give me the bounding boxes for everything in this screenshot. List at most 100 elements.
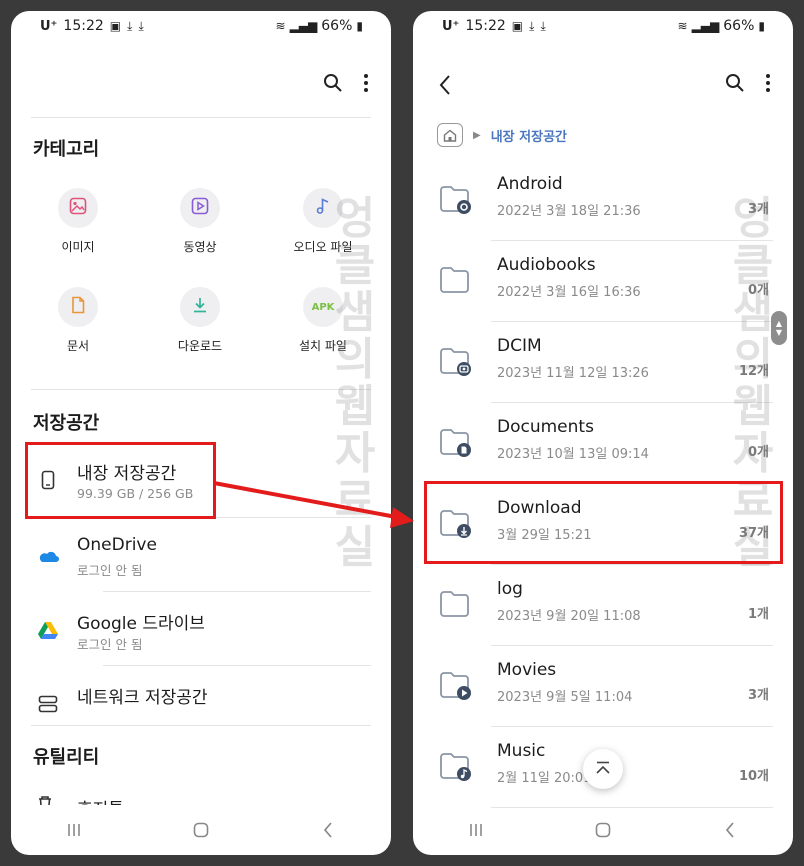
folder-icon: [439, 265, 473, 295]
signal-icon: ▂▄▆: [289, 19, 318, 33]
item-count: 1개: [747, 607, 769, 622]
arrow-up-to-top-icon: [595, 760, 611, 779]
clock: 15:22: [63, 18, 104, 34]
highlight-box: [25, 442, 216, 519]
category-label: 이미지: [61, 240, 95, 254]
carrier-label: U⁺: [40, 18, 58, 34]
folder-date: 2023년 9월 5일 11:04: [497, 690, 633, 705]
breadcrumb-separator-icon: ▶: [473, 129, 481, 141]
divider: [31, 389, 371, 390]
wifi-icon: ≋: [275, 19, 286, 33]
folder-document-icon: [439, 427, 473, 457]
battery-level: 66%: [321, 18, 353, 34]
recent-apps-button[interactable]: [461, 815, 491, 845]
download-icon: [191, 296, 209, 318]
folder-music-icon: [439, 751, 473, 781]
google-drive-icon: [37, 619, 59, 641]
divider: [31, 117, 371, 118]
storage-title: Google 드라이브: [77, 614, 205, 634]
right-phone-screen: U⁺ 15:22 ▣ ⤓ ⤓ ≋ ▂▄▆ 66% ▮ ▶ 내장 저장공간 And…: [413, 11, 793, 855]
more-options-icon[interactable]: [363, 73, 369, 97]
storage-title: OneDrive: [77, 535, 157, 555]
image-icon: [69, 197, 87, 219]
left-phone-screen: U⁺ 15:22 ▣ ⤓ ⤓ ≋ ▂▄▆ 66% ▮ 카테고리 이미지 동영상 …: [11, 11, 391, 855]
category-image[interactable]: 이미지: [23, 188, 133, 255]
folder-settings-icon: [439, 184, 473, 214]
scroll-to-top-button[interactable]: [583, 749, 623, 789]
category-label: 문서: [66, 339, 90, 353]
storage-onedrive[interactable]: OneDrive 로그인 안 됨: [33, 519, 371, 593]
folder-name: log: [497, 579, 523, 599]
battery-icon: ▮: [758, 19, 765, 33]
category-downloads[interactable]: 다운로드: [145, 287, 255, 354]
battery-icon: ▮: [356, 19, 363, 33]
category-documents[interactable]: 문서: [23, 287, 133, 354]
home-button[interactable]: [186, 815, 216, 845]
signal-icon: ▂▄▆: [691, 19, 720, 33]
category-video[interactable]: 동영상: [145, 188, 255, 255]
storage-title: 네트워크 저장공간: [77, 688, 208, 708]
folder-name: Audiobooks: [497, 255, 596, 275]
system-nav-bar: [11, 805, 391, 855]
download-notification-icon: ⤓: [540, 19, 546, 33]
storage-google-drive[interactable]: Google 드라이브 로그인 안 됨: [33, 593, 371, 667]
folder-date: 2월 11일 20:01: [497, 771, 592, 786]
onedrive-icon: [37, 545, 59, 567]
folder-video-icon: [439, 670, 473, 700]
back-button[interactable]: [715, 815, 745, 845]
folder-date: 2023년 10월 13일 09:14: [497, 447, 649, 462]
search-icon[interactable]: [725, 73, 745, 97]
home-icon[interactable]: [437, 123, 463, 147]
wifi-icon: ≋: [677, 19, 688, 33]
category-label: 동영상: [183, 240, 217, 254]
category-label: 다운로드: [177, 339, 223, 353]
status-bar: U⁺ 15:22 ▣ ⤓ ⤓ ≋ ▂▄▆ 66% ▮: [413, 11, 793, 45]
gallery-notification-icon: ▣: [109, 19, 122, 33]
folder-date: 2022년 3월 18일 21:36: [497, 204, 641, 219]
list-item[interactable]: Movies 2023년 9월 5일 11:04 3개: [413, 646, 793, 727]
storage-heading: 저장공간: [33, 413, 100, 434]
utility-heading: 유틸리티: [33, 747, 100, 768]
watermark-text: 엉클샘의웹자료실: [334, 193, 376, 573]
folder-name: DCIM: [497, 336, 542, 356]
network-storage-icon: [37, 693, 59, 715]
folder-date: 2022년 3월 16일 16:36: [497, 285, 641, 300]
back-button[interactable]: [313, 815, 343, 845]
carrier-label: U⁺: [442, 18, 460, 34]
folder-name: Android: [497, 174, 563, 194]
folder-date: 2023년 11월 12일 13:26: [497, 366, 649, 381]
battery-level: 66%: [723, 18, 755, 34]
music-icon: [314, 197, 332, 219]
folder-date: 2023년 9월 20일 11:08: [497, 609, 641, 624]
item-count: 3개: [747, 688, 769, 703]
list-item[interactable]: log 2023년 9월 20일 11:08 1개: [413, 565, 793, 646]
folder-camera-icon: [439, 346, 473, 376]
download-notification-icon: ⤓: [138, 19, 144, 33]
status-bar: U⁺ 15:22 ▣ ⤓ ⤓ ≋ ▂▄▆ 66% ▮: [11, 11, 391, 45]
more-options-icon[interactable]: [765, 73, 771, 97]
folder-icon: [439, 589, 473, 619]
divider: [31, 725, 371, 726]
trash-label: 휴지통: [77, 795, 124, 805]
breadcrumb-current[interactable]: 내장 저장공간: [491, 126, 567, 145]
breadcrumb: ▶ 내장 저장공간: [437, 123, 567, 147]
storage-status: 로그인 안 됨: [77, 637, 143, 652]
video-icon: [191, 197, 209, 219]
trash-item[interactable]: 휴지통: [37, 795, 237, 805]
back-arrow-icon[interactable]: [435, 73, 459, 97]
highlight-box: [424, 481, 783, 564]
item-count: 10개: [738, 769, 769, 784]
clock: 15:22: [465, 18, 506, 34]
categories-heading: 카테고리: [33, 139, 100, 160]
storage-network[interactable]: 네트워크 저장공간: [33, 667, 371, 741]
system-nav-bar: [413, 805, 793, 855]
document-icon: [69, 296, 87, 318]
search-icon[interactable]: [323, 73, 343, 97]
folder-name: Documents: [497, 417, 594, 437]
trash-icon: [37, 795, 53, 805]
divider: [103, 665, 371, 666]
folder-name: Music: [497, 741, 546, 761]
home-button[interactable]: [588, 815, 618, 845]
download-notification-icon: ⤓: [529, 19, 535, 33]
recent-apps-button[interactable]: [59, 815, 89, 845]
